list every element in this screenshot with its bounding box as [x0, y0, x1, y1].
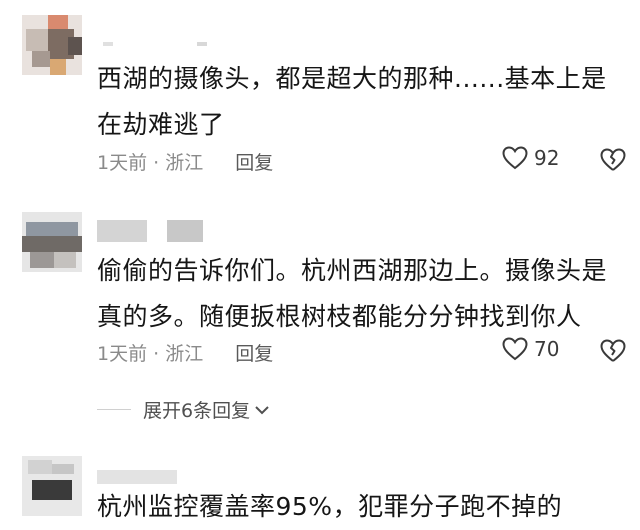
comment-text: 偷偷的告诉你们。杭州西湖那边上。摄像头是真的多。随便扳根树枝都能分分钟找到你人 — [97, 256, 608, 331]
username-redacted[interactable] — [97, 36, 217, 58]
time-location: 1天前 · 浙江 — [97, 342, 204, 365]
username-redacted[interactable] — [97, 220, 207, 242]
like-button[interactable]: 92 — [502, 146, 559, 170]
like-count: 92 — [534, 146, 560, 170]
avatar[interactable] — [22, 15, 82, 75]
like-count: 70 — [534, 337, 560, 361]
comment-meta: 1天前 · 浙江 回复 — [97, 146, 273, 176]
heart-outline-icon — [502, 337, 528, 361]
dislike-button[interactable] — [600, 148, 626, 176]
heart-outline-icon — [502, 146, 528, 170]
divider — [97, 408, 131, 411]
like-button[interactable]: 70 — [502, 337, 559, 361]
chevron-down-icon — [255, 405, 269, 414]
comment-text: 杭州监控覆盖率95%，犯罪分子跑不掉的 — [97, 492, 563, 521]
broken-heart-icon — [600, 339, 626, 362]
expand-replies-button[interactable]: 展开6条回复 — [97, 396, 270, 423]
comment-meta: 1天前 · 浙江 回复 — [97, 337, 273, 367]
comment-text: 西湖的摄像头，都是超大的那种......基本上是在劫难逃了 — [97, 64, 607, 139]
dislike-button[interactable] — [600, 339, 626, 367]
broken-heart-icon — [600, 148, 626, 171]
expand-replies-label: 展开6条回复 — [143, 400, 251, 422]
avatar[interactable] — [22, 212, 82, 272]
avatar[interactable] — [22, 456, 82, 516]
reply-button[interactable]: 回复 — [235, 339, 273, 366]
time-location: 1天前 · 浙江 — [97, 151, 204, 174]
reply-button[interactable]: 回复 — [235, 148, 273, 175]
